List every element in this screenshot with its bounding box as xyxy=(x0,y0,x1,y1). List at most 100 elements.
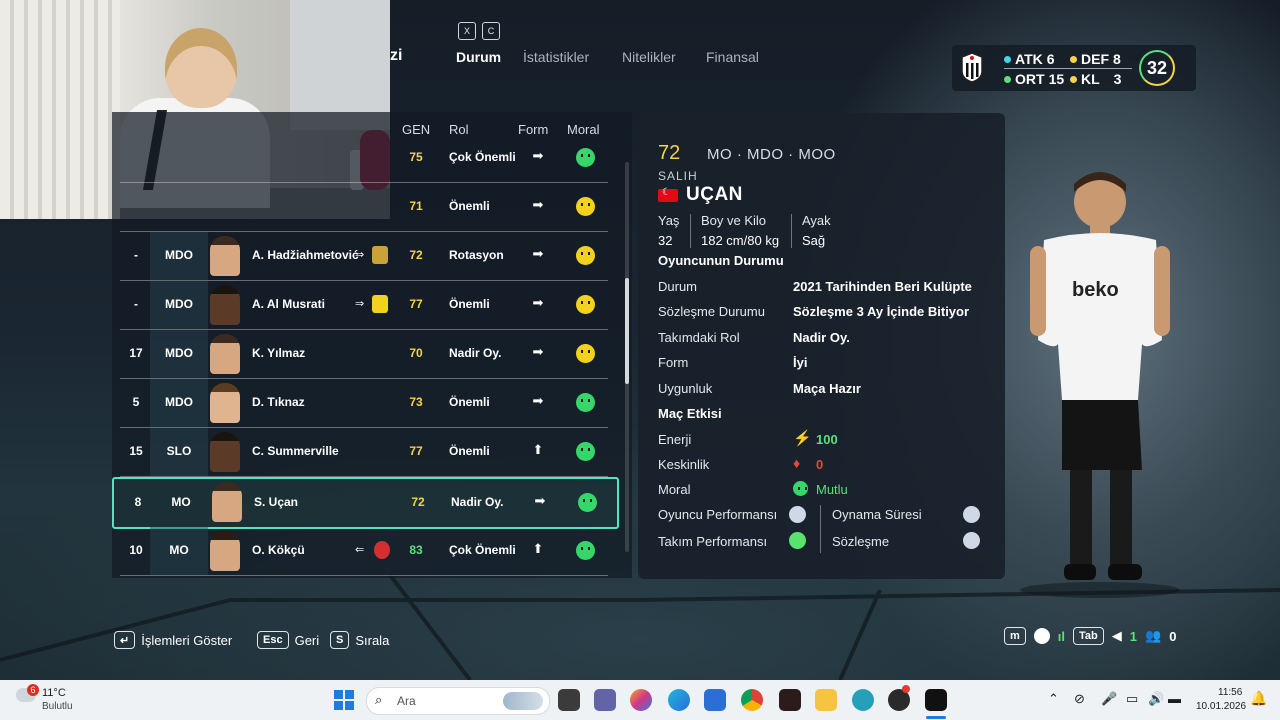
file-explorer-icon[interactable] xyxy=(815,689,837,711)
microsoft-store-icon[interactable] xyxy=(704,689,726,711)
table-row[interactable]: - MDO A. Hadžiahmetović ⇒ 72 Rotasyon ➡ xyxy=(120,232,608,281)
tab-istatistikler[interactable]: İstatistikler xyxy=(523,49,589,65)
player-avatar xyxy=(210,285,240,325)
clock-time[interactable]: 11:56 xyxy=(1218,687,1242,698)
esc-key-icon: Esc xyxy=(257,631,289,649)
table-row[interactable]: 75 Çok Önemli ➡ xyxy=(120,134,608,183)
atk-dot-icon xyxy=(1004,55,1011,63)
player-avatar xyxy=(210,236,240,276)
network-app-icon[interactable] xyxy=(852,689,874,711)
divider xyxy=(820,505,821,553)
age-value: 32 xyxy=(658,233,673,248)
row-player-name: C. Summerville xyxy=(252,444,339,458)
team-performance-indicator-icon xyxy=(789,532,806,549)
row-role: Çok Önemli xyxy=(449,150,516,164)
player-performance-indicator-icon xyxy=(789,506,806,523)
form-label: Form xyxy=(658,355,689,370)
sharpness-label: Keskinlik xyxy=(658,457,710,472)
sharpness-value: 0 xyxy=(816,457,824,472)
row-overall: 71 xyxy=(409,199,423,213)
taskbar-search-input[interactable]: ⌕ Ara xyxy=(366,687,550,715)
row-overall: 72 xyxy=(409,248,423,262)
chrome-icon[interactable] xyxy=(741,689,763,711)
network-icon[interactable]: ▭ xyxy=(1126,691,1138,707)
tray-wifi-off-icon[interactable]: ⊘ xyxy=(1074,691,1085,707)
volume-icon[interactable]: 🔊 xyxy=(1148,691,1164,707)
row-position: MDO xyxy=(165,395,193,409)
valorant-icon[interactable] xyxy=(779,689,801,711)
mood-happy-icon xyxy=(578,493,597,512)
table-row[interactable]: - MDO A. Al Musrati ⇒ 77 Önemli ➡ xyxy=(120,281,608,330)
club-badge-icon xyxy=(374,541,390,559)
active-app-indicator xyxy=(926,716,946,719)
tab-key-icon[interactable]: Tab xyxy=(1073,627,1104,645)
form-right-arrow-icon: ➡ xyxy=(534,493,546,508)
menu-key-icon[interactable]: m xyxy=(1004,627,1026,645)
form-up-arrow-icon: ⬆ xyxy=(532,541,544,556)
team-atk: ATK 6 xyxy=(1004,51,1055,67)
def-dot-icon xyxy=(1070,55,1077,63)
table-scrollbar-thumb[interactable] xyxy=(625,278,629,384)
table-row[interactable]: 71 Önemli ➡ xyxy=(120,183,608,232)
divider xyxy=(690,214,691,248)
def-value: 8 xyxy=(1113,51,1121,67)
table-row[interactable]: 10 MO O. Kökçü ⇐ 83 Çok Önemli ⬆ xyxy=(120,527,608,576)
player-performance-label: Oyuncu Performansı xyxy=(658,507,778,522)
table-row-selected[interactable]: 8 MO S. Uçan 72 Nadir Oy. ➡ xyxy=(112,477,619,529)
team-performance-label: Takım Performansı xyxy=(658,534,768,549)
back-hint[interactable]: Esc Geri xyxy=(257,631,319,649)
windows-start-icon[interactable] xyxy=(334,690,354,710)
clock-date[interactable]: 10.01.2026 xyxy=(1196,701,1246,712)
form-right-arrow-icon: ➡ xyxy=(532,246,544,261)
tab-nitelikler[interactable]: Nitelikler xyxy=(622,49,676,65)
table-row[interactable]: 15 SLO C. Summerville 77 Önemli ⬆ xyxy=(120,428,608,477)
key-hint-right: C xyxy=(482,22,500,40)
webcam-person-head xyxy=(165,28,237,108)
tab-durum[interactable]: Durum xyxy=(456,49,501,65)
row-role: Rotasyon xyxy=(449,248,504,262)
row-player-name: S. Uçan xyxy=(254,495,299,509)
besiktas-crest-icon xyxy=(961,52,983,83)
table-row[interactable]: 5 MDO D. Tıknaz 73 Önemli ➡ xyxy=(120,379,608,428)
s-key-icon: S xyxy=(330,631,350,649)
tab-finansal[interactable]: Finansal xyxy=(706,49,759,65)
sort-hint[interactable]: S Sırala xyxy=(330,631,389,649)
battery-icon[interactable]: ▬ xyxy=(1168,691,1181,706)
show-actions-hint[interactable]: ↵ İşlemleri Göster xyxy=(114,631,232,649)
tray-expand-icon[interactable]: ⌃ xyxy=(1048,691,1059,707)
notification-dot-icon xyxy=(902,685,910,693)
player-avatar xyxy=(210,432,240,472)
teams-icon[interactable] xyxy=(594,689,616,711)
table-row[interactable]: 17 MDO K. Yılmaz 70 Nadir Oy. ➡ xyxy=(120,330,608,379)
row-player-name: D. Tıknaz xyxy=(252,395,305,409)
player-last-name: UÇAN xyxy=(686,184,743,205)
foot-label: Ayak xyxy=(802,213,831,228)
player-avatar xyxy=(210,531,240,571)
fitness-label: Uygunluk xyxy=(658,381,713,396)
contract-indicator-icon xyxy=(963,532,980,549)
edge-browser-icon[interactable] xyxy=(668,689,690,711)
copilot-icon[interactable] xyxy=(630,689,652,711)
microphone-icon[interactable]: 🎤 xyxy=(1101,691,1117,707)
row-overall: 77 xyxy=(409,444,423,458)
ea-fc-icon[interactable] xyxy=(925,689,947,711)
row-role: Önemli xyxy=(449,395,490,409)
search-highlight-image xyxy=(503,692,543,710)
kl-dot-icon xyxy=(1070,75,1077,83)
form-right-arrow-icon: ➡ xyxy=(532,393,544,408)
task-view-icon[interactable] xyxy=(558,689,580,711)
row-position: MDO xyxy=(165,346,193,360)
match-effect-title: Maç Etkisi xyxy=(658,406,722,421)
weather-temp[interactable]: 11°C xyxy=(42,687,66,699)
ort-label: ORT xyxy=(1015,71,1045,87)
sharpness-gem-icon: ♦ xyxy=(793,455,801,471)
enter-key-icon: ↵ xyxy=(114,631,136,649)
notifications-bell-icon[interactable]: 🔔 xyxy=(1250,690,1267,707)
weather-desc[interactable]: Bulutlu xyxy=(42,701,73,712)
player-overall: 72 xyxy=(658,142,681,164)
row-overall: 70 xyxy=(409,346,423,360)
ea-logo-icon xyxy=(1033,628,1050,644)
row-number: 8 xyxy=(134,495,142,509)
form-right-arrow-icon: ➡ xyxy=(532,197,544,212)
page-title-partial: zi xyxy=(390,47,403,64)
